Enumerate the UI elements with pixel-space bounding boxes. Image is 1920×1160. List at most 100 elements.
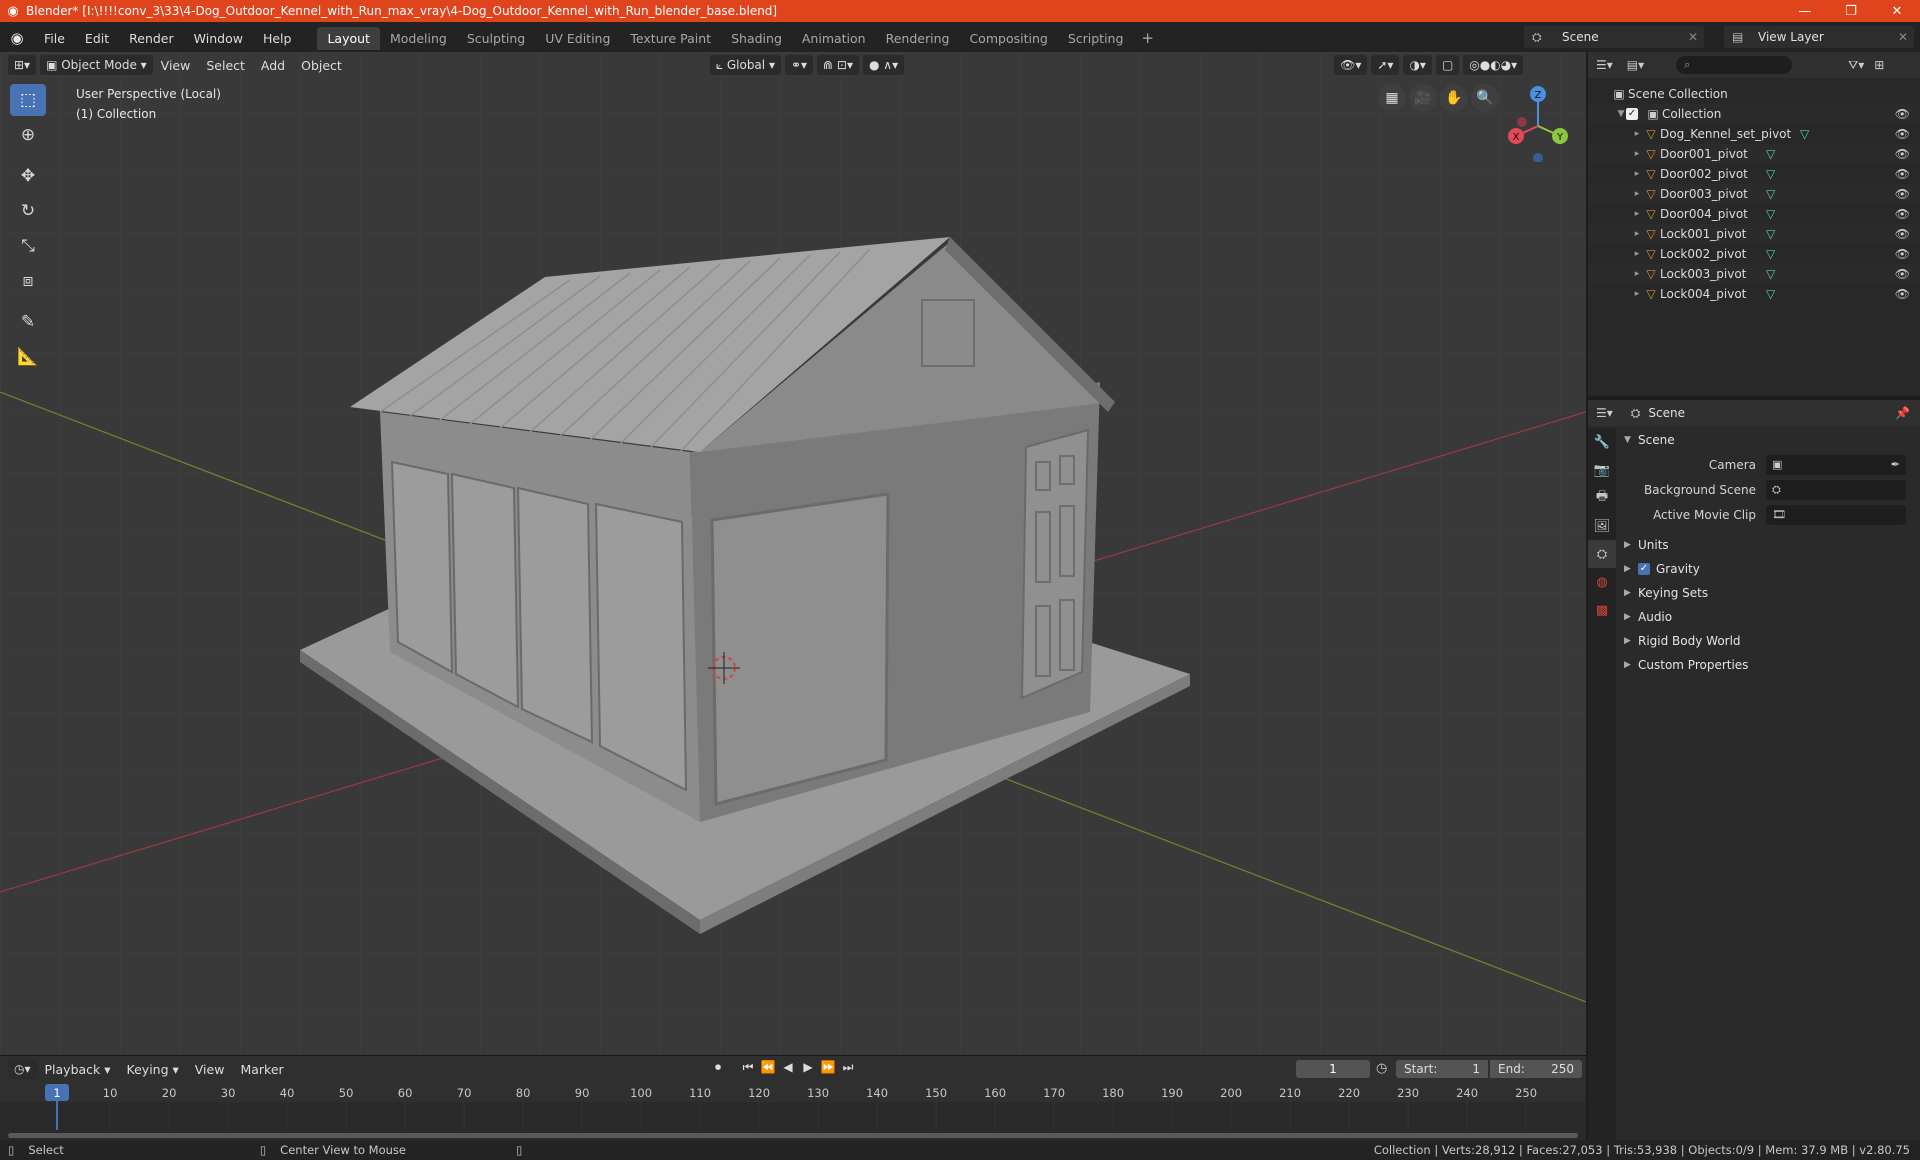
menu-render[interactable]: Render (119, 31, 184, 46)
tab-texture-paint[interactable]: Texture Paint (620, 27, 721, 50)
gizmo-toggle-icon[interactable]: ➚▾ (1371, 55, 1400, 75)
timeline-editor[interactable]: ◷▾ Playback ▾ Keying ▾ View Marker ⏺ ⏮ ⏪… (0, 1055, 1586, 1140)
zoom-icon[interactable]: 🔍 (1471, 84, 1499, 112)
timeline-editor-type-icon[interactable]: ◷▾ (8, 1059, 37, 1079)
pan-hand-icon[interactable]: ✋ (1440, 84, 1468, 112)
output-properties-icon[interactable]: 🖶 (1588, 484, 1616, 512)
minimize-button[interactable]: — (1782, 4, 1828, 19)
timeline-scrollbar[interactable] (8, 1133, 1578, 1138)
add-workspace-icon[interactable]: + (1133, 29, 1162, 47)
jump-end-icon[interactable]: ⏭ (838, 1060, 858, 1075)
eye-icon[interactable]: 👁 (1895, 207, 1910, 221)
mesh-data-icon[interactable]: ▽ (1766, 187, 1775, 201)
end-frame-field[interactable]: End: 250 (1490, 1060, 1582, 1078)
expand-arrow-icon[interactable]: ▸ (1632, 289, 1642, 299)
properties-editor-type-icon[interactable]: ☰▾ (1596, 406, 1613, 420)
outliner-object-row[interactable]: ▸ ▽ Lock002_pivot ▽ 👁 (1588, 244, 1920, 264)
scene-selector[interactable]: ⛭ Scene ✕ (1524, 26, 1704, 48)
viewport-menu-select[interactable]: Select (198, 58, 253, 73)
close-button[interactable]: ✕ (1874, 4, 1920, 19)
scene-panel-header[interactable]: ▼ Scene (1616, 428, 1920, 452)
pin-icon[interactable]: 📌 (1895, 406, 1910, 420)
outliner-object-row[interactable]: ▸ ▽ Lock003_pivot ▽ 👁 (1588, 264, 1920, 284)
visibility-icon[interactable]: 👁▾ (1334, 55, 1368, 75)
record-icon[interactable]: ⏺ (708, 1060, 728, 1075)
outliner-object-row[interactable]: ▸ ▽ Door004_pivot ▽ 👁 (1588, 204, 1920, 224)
collapse-arrow-icon[interactable]: ▼ (1616, 109, 1626, 119)
prev-keyframe-icon[interactable]: ⏪ (758, 1060, 778, 1075)
shading-modes-icon[interactable]: ◎●◐◕▾ (1463, 55, 1524, 75)
outliner-object-row[interactable]: ▸ ▽ Dog_Kennel_set_pivot ▽ 👁 (1588, 124, 1920, 144)
blender-menu-icon[interactable]: ◉ (0, 29, 34, 47)
units-panel-header[interactable]: ▶ Units (1616, 533, 1920, 557)
gravity-checkbox[interactable]: ✓ (1638, 563, 1650, 575)
collection-checkbox[interactable]: ✓ (1626, 108, 1638, 120)
outliner-object-row[interactable]: ▸ ▽ Door002_pivot ▽ 👁 (1588, 164, 1920, 184)
pivot-point-icon[interactable]: ⚭▾ (784, 55, 814, 75)
timeline-menu-keying[interactable]: Keying ▾ (119, 1062, 187, 1077)
mesh-data-icon[interactable]: ▽ (1800, 127, 1809, 141)
close-icon[interactable]: ✕ (1688, 30, 1698, 44)
outliner-object-row[interactable]: ▸ ▽ Lock004_pivot ▽ 👁 (1588, 284, 1920, 304)
eye-icon[interactable]: 👁 (1895, 267, 1910, 281)
outliner-collection[interactable]: ▼ ✓ ▣ Collection 👁 (1588, 104, 1920, 124)
camera-icon[interactable]: 🎥 (1409, 84, 1437, 112)
tab-scripting[interactable]: Scripting (1058, 27, 1134, 50)
viewport-menu-object[interactable]: Object (293, 58, 350, 73)
timeline-menu-playback[interactable]: Playback ▾ (37, 1062, 119, 1077)
gravity-panel-header[interactable]: ▶ ✓ Gravity (1616, 557, 1920, 581)
mesh-data-icon[interactable]: ▽ (1766, 167, 1775, 181)
snap-icon[interactable]: ⋒ ⊡▾ (817, 55, 859, 75)
tab-layout[interactable]: Layout (317, 26, 380, 50)
tab-shading[interactable]: Shading (721, 27, 792, 50)
viewport-menu-view[interactable]: View (153, 58, 199, 73)
view-layer-selector[interactable]: ▤ View Layer ✕ (1724, 26, 1914, 48)
scale-icon[interactable]: ⤡ (10, 230, 46, 262)
next-keyframe-icon[interactable]: ⏩ (818, 1060, 838, 1075)
timeline-menu-marker[interactable]: Marker (232, 1062, 291, 1077)
eye-icon[interactable]: 👁 (1895, 107, 1910, 121)
tab-rendering[interactable]: Rendering (876, 27, 960, 50)
eye-icon[interactable]: 👁 (1895, 167, 1910, 181)
cursor-icon[interactable]: ⊕ (10, 119, 46, 151)
outliner-search-input[interactable]: ⌕ (1676, 56, 1793, 74)
rigid-body-world-panel-header[interactable]: ▶ Rigid Body World (1616, 629, 1920, 653)
active-movie-clip-field[interactable]: 🎞 (1766, 504, 1906, 525)
custom-properties-panel-header[interactable]: ▶ Custom Properties (1616, 653, 1920, 677)
eye-icon[interactable]: 👁 (1895, 127, 1910, 141)
outliner-editor[interactable]: ☰▾ ▤▾ ⌕ ⛛▾ ⊞ ▣ Scene Collection ▼ ✓ ▣ Co… (1588, 52, 1920, 396)
current-frame-field[interactable]: 1 (1296, 1060, 1370, 1078)
eye-icon[interactable]: 👁 (1895, 227, 1910, 241)
annotate-icon[interactable]: ✎ (10, 306, 46, 338)
mesh-data-icon[interactable]: ▽ (1766, 227, 1775, 241)
eye-icon[interactable]: 👁 (1895, 147, 1910, 161)
mode-selector[interactable]: ▣ Object Mode ▾ (40, 55, 153, 75)
tool-settings-icon[interactable]: 🔧 (1588, 428, 1616, 456)
play-icon[interactable]: ▶ (798, 1060, 818, 1075)
eye-icon[interactable]: 👁 (1895, 287, 1910, 301)
editor-type-icon[interactable]: ⊞▾ (8, 55, 37, 75)
tab-compositing[interactable]: Compositing (959, 27, 1057, 50)
xray-icon[interactable]: ▢ (1435, 55, 1460, 75)
view-layer-properties-icon[interactable]: 🖼 (1588, 512, 1616, 540)
menu-file[interactable]: File (34, 31, 75, 46)
scene-properties-icon[interactable]: ⛭ (1588, 540, 1616, 568)
outliner-editor-type-icon[interactable]: ☰▾ (1596, 58, 1613, 72)
eye-icon[interactable]: 👁 (1895, 187, 1910, 201)
outliner-object-row[interactable]: ▸ ▽ Lock001_pivot ▽ 👁 (1588, 224, 1920, 244)
mesh-data-icon[interactable]: ▽ (1766, 207, 1775, 221)
tab-animation[interactable]: Animation (792, 27, 876, 50)
audio-panel-header[interactable]: ▶ Audio (1616, 605, 1920, 629)
expand-arrow-icon[interactable]: ▸ (1632, 169, 1642, 179)
navigation-gizmo[interactable]: Z X Y (1498, 82, 1578, 162)
eyedropper-icon[interactable]: ✒ (1891, 458, 1900, 471)
keying-sets-panel-header[interactable]: ▶ Keying Sets (1616, 581, 1920, 605)
background-scene-field[interactable]: ⛭ (1766, 479, 1906, 500)
expand-arrow-icon[interactable]: ▸ (1632, 249, 1642, 259)
transform-icon[interactable]: ⧈ (10, 265, 46, 297)
tab-sculpting[interactable]: Sculpting (457, 27, 535, 50)
properties-editor[interactable]: ☰▾ ⛭ Scene 📌 🔧 📷 🖶 🖼 ⛭ ◍ ▩ ▼ Scene Camera… (1588, 398, 1920, 1142)
expand-arrow-icon[interactable]: ▸ (1632, 149, 1642, 159)
menu-help[interactable]: Help (253, 31, 302, 46)
expand-arrow-icon[interactable]: ▸ (1632, 209, 1642, 219)
